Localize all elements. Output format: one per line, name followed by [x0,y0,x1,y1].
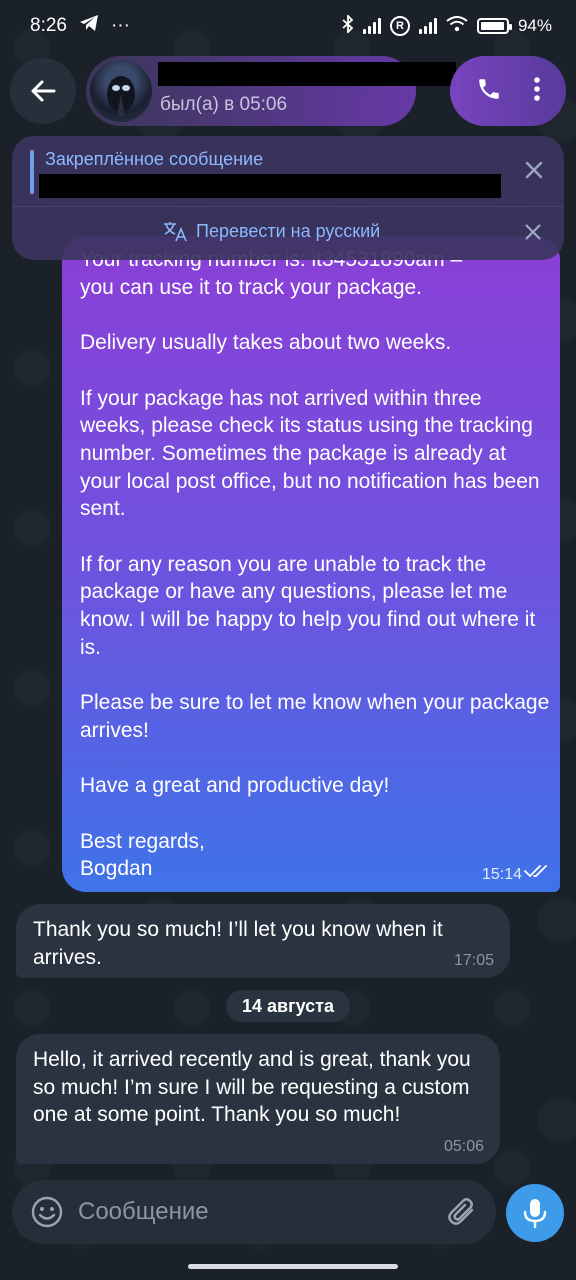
close-translate-button[interactable] [522,221,544,243]
translate-icon [164,222,187,242]
message-time: 15:14 [481,866,522,883]
emoji-icon [31,1196,63,1228]
status-time: 8:26 [30,15,67,36]
chat-header: был(а) в 05:06 [10,56,566,126]
last-seen-status: был(а) в 05:06 [160,94,288,115]
voice-record-button[interactable] [506,1184,564,1242]
back-arrow-icon [31,80,56,102]
status-bar: 8:26 ··· R 94% [0,0,576,52]
contact-name-redacted [158,62,456,86]
more-notifications-icon: ··· [110,15,130,36]
emoji-button[interactable] [30,1195,64,1229]
translate-label: Перевести на русский [196,220,381,241]
signal-icon [362,18,381,34]
avatar[interactable] [90,60,152,122]
pinned-title: Закреплённое сообщение [45,149,264,169]
more-vert-icon [533,76,540,101]
back-button[interactable] [10,58,76,124]
message-time: 17:05 [453,952,494,969]
header-actions [450,56,566,126]
close-icon [525,224,541,240]
incoming-message[interactable]: Hello, it arrived recently and is great,… [16,1034,500,1164]
mic-icon [523,1199,547,1228]
message-text: Thank you so much! I’ll let you know whe… [33,918,449,969]
signal-icon-2 [418,18,437,34]
message-time: 05:06 [443,1138,484,1155]
registered-icon: R [389,16,410,36]
outgoing-message[interactable]: Your tracking number is: it34531890am – … [62,236,560,892]
pinned-message-bar[interactable]: Закреплённое сообщение Перевести на русс… [12,136,564,260]
call-button[interactable] [476,76,502,107]
divider [12,206,564,207]
contact-info-button[interactable]: был(а) в 05:06 [86,56,456,126]
message-text: Your tracking number is: it34531890am – … [80,248,550,881]
message-input[interactable] [78,1192,418,1232]
bluetooth-icon [342,13,354,38]
pinned-text-redacted [39,174,501,198]
paperclip-icon [448,1198,474,1225]
attach-button[interactable] [446,1196,478,1228]
close-icon [525,161,543,179]
message-composer [12,1180,496,1244]
close-pinned-button[interactable] [522,158,546,182]
battery-percent: 94% [517,16,552,35]
telegram-icon [79,14,99,38]
message-text: Hello, it arrived recently and is great,… [33,1048,477,1127]
double-check-icon [524,864,550,883]
phone-icon [478,78,499,99]
battery-icon [476,18,512,34]
date-separator: 14 августа [226,990,350,1022]
home-indicator[interactable] [188,1264,398,1269]
wifi-icon [446,15,468,37]
incoming-message[interactable]: Thank you so much! I’ll let you know whe… [16,904,510,978]
translate-button[interactable]: Перевести на русский [162,220,380,242]
more-button[interactable] [533,76,541,107]
pinned-accent-line [30,150,34,194]
